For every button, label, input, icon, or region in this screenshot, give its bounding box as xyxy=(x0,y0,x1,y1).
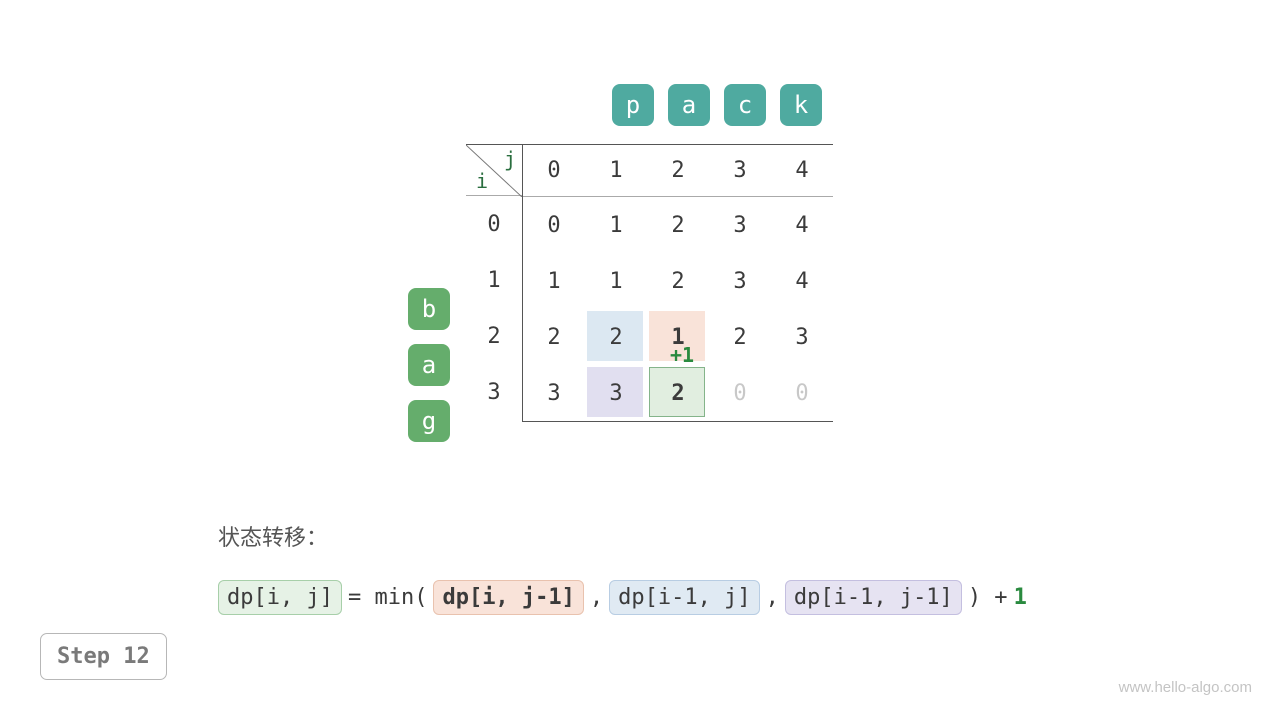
dp-cell: 2 xyxy=(523,309,585,365)
col-header: 2 xyxy=(647,145,709,196)
dp-cell: 3 xyxy=(709,197,771,253)
formula-text: , xyxy=(766,585,779,610)
dp-cell: 2 xyxy=(585,309,647,365)
formula-text: = min( xyxy=(348,585,427,610)
col-header: 1 xyxy=(585,145,647,196)
target-char: c xyxy=(724,84,766,126)
formula-term-up: dp[i-1, j] xyxy=(609,580,759,615)
dp-cell: 1 xyxy=(585,253,647,309)
watermark: www.hello-algo.com xyxy=(1119,679,1252,696)
dp-cell: 1 xyxy=(585,197,647,253)
dp-cell: 2 xyxy=(647,253,709,309)
source-string-chars: b a g xyxy=(408,288,450,442)
dp-cell: 0 xyxy=(523,197,585,253)
grid-row: 3 3 2 0 0 xyxy=(523,365,833,421)
step-badge: Step 12 xyxy=(40,633,167,680)
col-header: 4 xyxy=(771,145,833,196)
formula-block: 状态转移： dp[i, j] = min( dp[i, j-1] , dp[i-… xyxy=(218,520,1027,615)
dp-cell: 2 xyxy=(647,197,709,253)
row-index: 3 xyxy=(466,364,522,420)
row-index: 2 xyxy=(466,308,522,364)
dp-grid: 0 1 2 3 4 0 1 2 3 4 1 1 2 3 4 2 2 1 2 3 xyxy=(522,144,833,422)
target-char: a xyxy=(668,84,710,126)
col-header: 0 xyxy=(523,145,585,196)
dp-cell-pending: 0 xyxy=(771,365,833,421)
section-title: 状态转移： xyxy=(218,520,1027,552)
axis-corner: j i xyxy=(466,144,522,196)
target-char: p xyxy=(612,84,654,126)
grid-row: 1 1 2 3 4 xyxy=(523,253,833,309)
increment-label: +1 xyxy=(670,343,694,367)
axis-i-label: i xyxy=(476,169,488,193)
dp-cell: 3 xyxy=(523,365,585,421)
formula-term-left: dp[i, j-1] xyxy=(433,580,583,615)
dp-cell: 4 xyxy=(771,253,833,309)
formula-lhs: dp[i, j] xyxy=(218,580,342,615)
formula-increment: 1 xyxy=(1014,585,1027,610)
formula-text: ) + xyxy=(968,585,1008,610)
row-index: 1 xyxy=(466,252,522,308)
formula-term-diag: dp[i-1, j-1] xyxy=(785,580,962,615)
source-char: a xyxy=(408,344,450,386)
dp-cell: 1 xyxy=(523,253,585,309)
state-transition-formula: dp[i, j] = min( dp[i, j-1] , dp[i-1, j] … xyxy=(218,580,1027,615)
dp-cell: 3 xyxy=(585,365,647,421)
dp-cell: 3 xyxy=(709,253,771,309)
dp-cell-pending: 0 xyxy=(709,365,771,421)
target-char: k xyxy=(780,84,822,126)
row-index: 0 xyxy=(466,196,522,252)
dp-cell: 3 xyxy=(771,309,833,365)
grid-header-row: 0 1 2 3 4 xyxy=(523,145,833,197)
dp-cell: 4 xyxy=(771,197,833,253)
col-header: 3 xyxy=(709,145,771,196)
grid-row: 0 1 2 3 4 xyxy=(523,197,833,253)
axis-j-label: j xyxy=(504,147,516,171)
formula-text: , xyxy=(590,585,603,610)
dp-cell: 2 xyxy=(709,309,771,365)
dp-cell-current: 2 xyxy=(647,365,709,421)
source-char: g xyxy=(408,400,450,442)
source-char: b xyxy=(408,288,450,330)
target-string-chars: p a c k xyxy=(612,84,822,126)
